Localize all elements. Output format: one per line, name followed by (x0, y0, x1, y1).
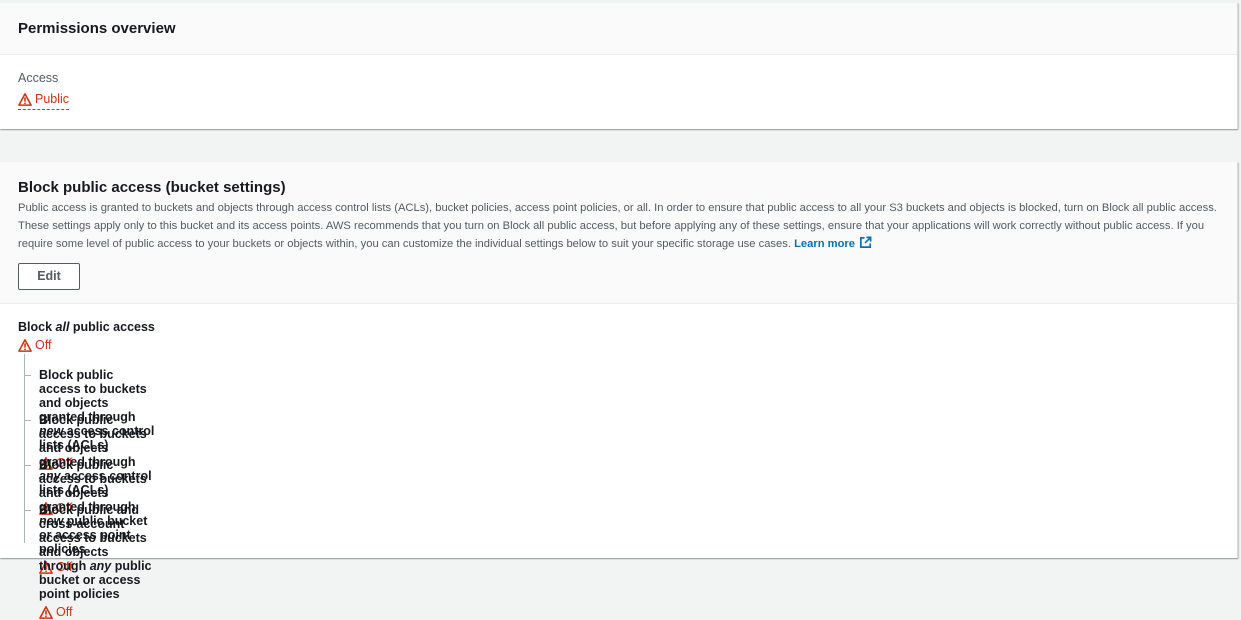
permissions-overview-header: Permissions overview (0, 3, 1237, 55)
warning-triangle-icon (39, 605, 53, 619)
tree-connector (24, 375, 31, 376)
access-status-text: Public (35, 92, 70, 106)
tree-connector (24, 510, 31, 511)
tree-connector (24, 420, 31, 421)
warning-triangle-icon (18, 92, 32, 106)
block-all-title: Block all public access (18, 320, 155, 334)
access-status[interactable]: Public (18, 91, 70, 110)
block-all-status-text: Off (35, 338, 52, 352)
block-public-access-description: Public access is granted to buckets and … (18, 199, 1218, 253)
learn-more-label: Learn more (794, 238, 855, 250)
block-public-access-header: Block public access (bucket settings) Pu… (0, 162, 1237, 304)
external-link-icon (860, 236, 872, 248)
tree-connector (24, 465, 31, 466)
block-public-access-title: Block public access (bucket settings) (18, 179, 286, 196)
setting-status: Off (39, 604, 155, 620)
permissions-overview-panel: Permissions overview Access Public (0, 3, 1238, 129)
description-text: Public access is granted to buckets and … (18, 202, 1217, 250)
block-all-status: Off (18, 337, 155, 353)
block-all-emphasis: all (55, 320, 70, 334)
access-field: Access Public (18, 71, 70, 111)
warning-triangle-icon (18, 338, 32, 352)
settings-tree-line (24, 354, 35, 543)
block-all-suffix: public access (69, 320, 155, 334)
edit-button[interactable]: Edit (18, 263, 80, 290)
block-settings-list: Block all public access Off Block public… (18, 320, 155, 619)
learn-more-link[interactable]: Learn more (794, 236, 872, 250)
block-all-prefix: Block (18, 320, 56, 334)
setting-title: Block public and cross-account access to… (39, 503, 155, 601)
block-public-access-panel: Block public access (bucket settings) Pu… (0, 162, 1238, 619)
setting-item-any-policies: Block public and cross-account access to… (24, 503, 155, 620)
permissions-overview-title: Permissions overview (18, 20, 176, 37)
access-label: Access (18, 71, 59, 85)
setting-emphasis: any (89, 559, 112, 573)
setting-status-text: Off (56, 605, 73, 619)
block-all-item: Block all public access Off (18, 320, 155, 353)
